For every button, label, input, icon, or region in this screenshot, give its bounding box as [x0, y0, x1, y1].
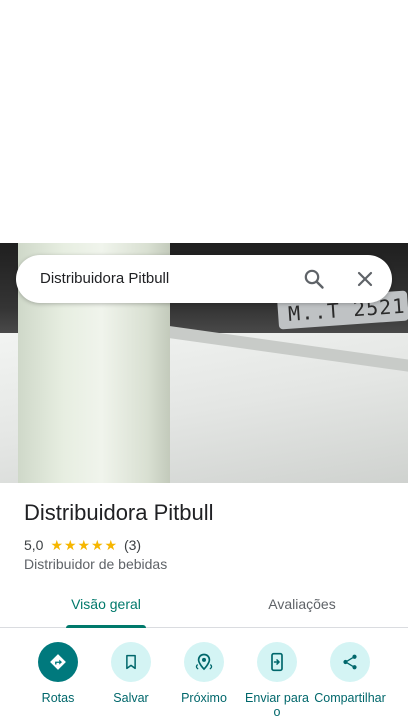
- star-icon: ★: [77, 537, 91, 553]
- send-to-phone-button[interactable]: Enviar para o: [237, 640, 317, 719]
- rating-row[interactable]: 5,0 ★ ★ ★ ★ ★ (3): [24, 536, 141, 554]
- search-icon[interactable]: [302, 267, 326, 291]
- directions-label: Rotas: [41, 691, 75, 705]
- tab-overview[interactable]: Visão geral: [34, 585, 178, 628]
- place-title: Distribuidora Pitbull: [24, 500, 214, 525]
- star-icon: ★: [90, 537, 104, 553]
- blank-area: [0, 0, 408, 243]
- review-count: (3): [123, 537, 142, 553]
- share-button[interactable]: Compartilhar: [310, 640, 390, 705]
- star-icon: ★: [50, 537, 64, 553]
- tab-overview-label: Visão geral: [71, 596, 141, 612]
- tab-bar: Visão geral Avaliações: [0, 585, 408, 628]
- place-category: Distribuidor de bebidas: [24, 556, 168, 572]
- tab-reviews-label: Avaliações: [268, 596, 336, 612]
- active-tab-indicator: [66, 625, 146, 628]
- nearby-icon: [184, 642, 224, 682]
- star-icon: ★: [63, 537, 77, 553]
- search-input[interactable]: Distribuidora Pitbull: [40, 255, 169, 303]
- directions-icon: [38, 642, 78, 682]
- nearby-button[interactable]: Próximo: [164, 640, 244, 705]
- share-icon: [330, 642, 370, 682]
- search-bar[interactable]: Distribuidora Pitbull: [16, 255, 392, 303]
- save-button[interactable]: Salvar: [91, 640, 171, 705]
- rating-value: 5,0: [24, 537, 44, 553]
- close-icon[interactable]: [353, 267, 377, 291]
- tab-reviews[interactable]: Avaliações: [230, 585, 374, 628]
- action-bar: Rotas Salvar Próximo Enviar para o Compa…: [0, 640, 408, 726]
- save-label: Salvar: [113, 691, 149, 705]
- send-to-phone-label: Enviar para o: [245, 691, 309, 719]
- send-to-phone-icon: [257, 642, 297, 682]
- nearby-label: Próximo: [181, 691, 227, 705]
- bookmark-icon: [111, 642, 151, 682]
- share-label: Compartilhar: [314, 691, 386, 705]
- star-icon: ★: [104, 537, 118, 553]
- directions-button[interactable]: Rotas: [18, 640, 98, 705]
- rating-stars: ★ ★ ★ ★ ★: [50, 538, 118, 552]
